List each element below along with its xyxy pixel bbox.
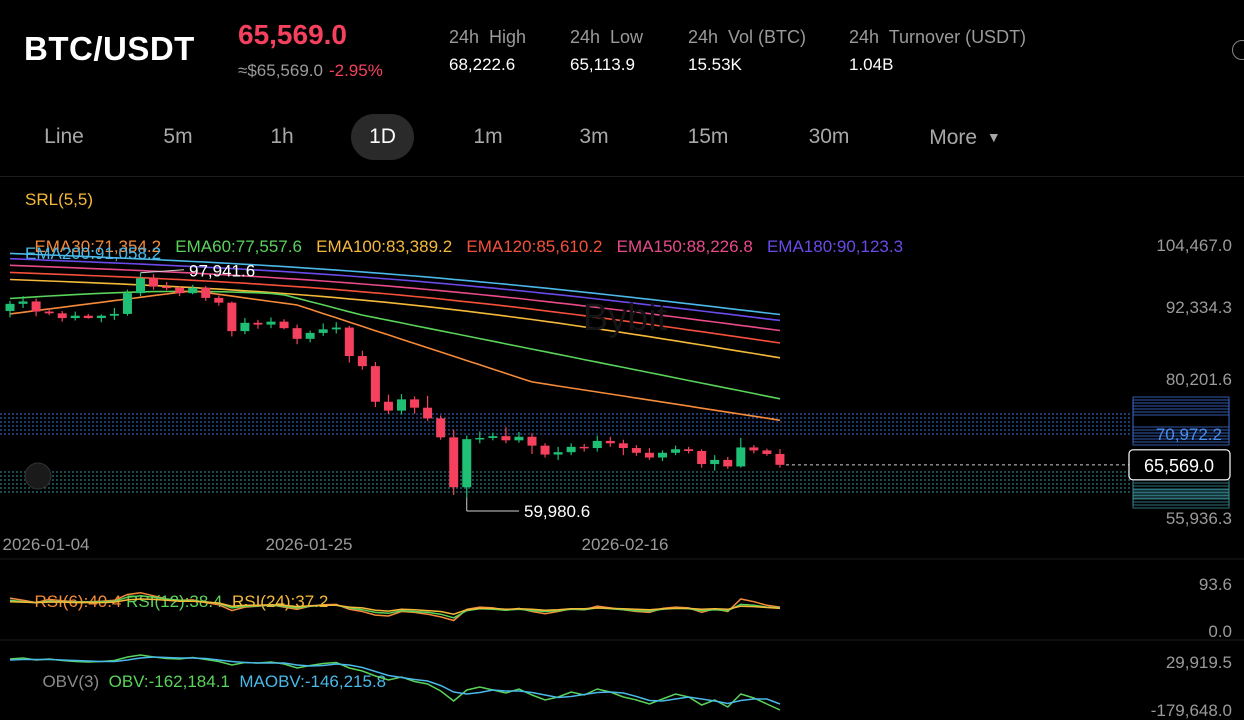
candle-body: [266, 321, 276, 325]
candle-body: [671, 449, 681, 453]
candle-body: [344, 327, 354, 357]
srl-level-box: [1132, 485, 1230, 497]
candle-body: [175, 287, 185, 294]
candle-body: [514, 436, 524, 441]
candle-body: [305, 332, 315, 339]
low-label: 59,980.6: [524, 502, 590, 521]
candle-body: [749, 447, 759, 451]
high-label: 97,941.6: [189, 262, 255, 281]
obv-axis-label: 29,919.5: [1166, 653, 1232, 672]
candle-body: [449, 437, 459, 488]
obv-line: [9, 656, 781, 705]
candle-body: [292, 328, 302, 339]
y-axis-label: 80,201.6: [1166, 370, 1232, 389]
candle-body: [83, 315, 93, 319]
price-chart[interactable]: 65,569.0 97,941.6 59,980.6 104,467.0 92,334.…: [0, 0, 1244, 720]
rsi-line: [9, 591, 781, 622]
candle-body: [188, 287, 198, 294]
candle-body: [31, 301, 41, 312]
srl-level-box: [1132, 494, 1230, 506]
candle-body: [644, 452, 654, 458]
candle-body: [762, 450, 772, 454]
candle-body: [436, 418, 446, 438]
y-axis-label: 92,334.3: [1166, 298, 1232, 317]
current-price-label: 65,569.0: [1144, 456, 1214, 476]
candle-body: [723, 459, 733, 467]
candle-body: [501, 436, 511, 441]
candle-body: [214, 297, 224, 303]
candle-body: [227, 302, 237, 332]
candle-body: [201, 287, 211, 298]
candle-body: [697, 451, 707, 465]
candle-body: [775, 453, 785, 465]
candle-body: [57, 313, 67, 319]
candle-body: [462, 439, 472, 488]
x-axis-label: 2026-01-25: [266, 535, 353, 554]
candle-body: [553, 452, 563, 455]
exchange-watermark: Bybit: [583, 297, 668, 339]
x-axis-label: 2026-01-04: [3, 535, 90, 554]
candle-body: [70, 315, 80, 319]
candle-body: [109, 313, 119, 316]
candle-body: [736, 447, 746, 467]
candle-body: [579, 446, 589, 449]
srl-level-box: [1132, 488, 1230, 500]
candle-body: [383, 401, 393, 411]
tradingview-logo-icon[interactable]: [24, 462, 52, 490]
srl-level-box: [1132, 491, 1230, 503]
candle-body: [122, 293, 132, 314]
candle-body: [684, 449, 694, 452]
x-axis-label: 2026-02-16: [582, 535, 669, 554]
candle-body: [397, 399, 406, 411]
candle-body: [136, 278, 145, 294]
candle-body: [540, 445, 550, 455]
candle-body: [631, 448, 641, 453]
candle-body: [527, 436, 537, 446]
y-axis-label: 104,467.0: [1156, 236, 1232, 255]
candle-body: [710, 459, 720, 465]
candle-body: [240, 322, 250, 332]
candle-body: [253, 322, 263, 325]
y-axis-label: 55,936.3: [1166, 509, 1232, 528]
candle-body: [357, 356, 367, 367]
candle-body: [162, 286, 172, 289]
candle-body: [18, 301, 28, 304]
candle-body: [658, 452, 667, 458]
srl-level-box: [1132, 479, 1230, 491]
candle-body: [410, 399, 420, 408]
rsi-axis-label: 93.6: [1199, 575, 1232, 594]
candle-body: [331, 327, 341, 330]
srl-level-box: [1132, 482, 1230, 494]
candle-body: [318, 329, 328, 333]
candle-body: [5, 303, 15, 311]
candle-body: [475, 437, 485, 440]
candle-body: [96, 315, 106, 319]
srl-level-box: [1132, 497, 1230, 509]
obv-line: [9, 654, 781, 711]
candle-body: [279, 321, 289, 329]
obv-axis-label: -179,648.0: [1151, 701, 1232, 720]
candle-body: [149, 278, 159, 287]
candle-body: [566, 446, 576, 453]
candle-body: [488, 436, 498, 438]
rsi-axis-label: 0.0: [1208, 622, 1232, 641]
candle-body: [605, 440, 615, 444]
candle-body: [592, 440, 602, 449]
candle-body: [618, 443, 628, 449]
candle-body: [423, 407, 433, 419]
srl-level-label: 70,972.2: [1156, 425, 1222, 444]
candle-body: [44, 311, 54, 314]
candle-body: [370, 366, 380, 402]
